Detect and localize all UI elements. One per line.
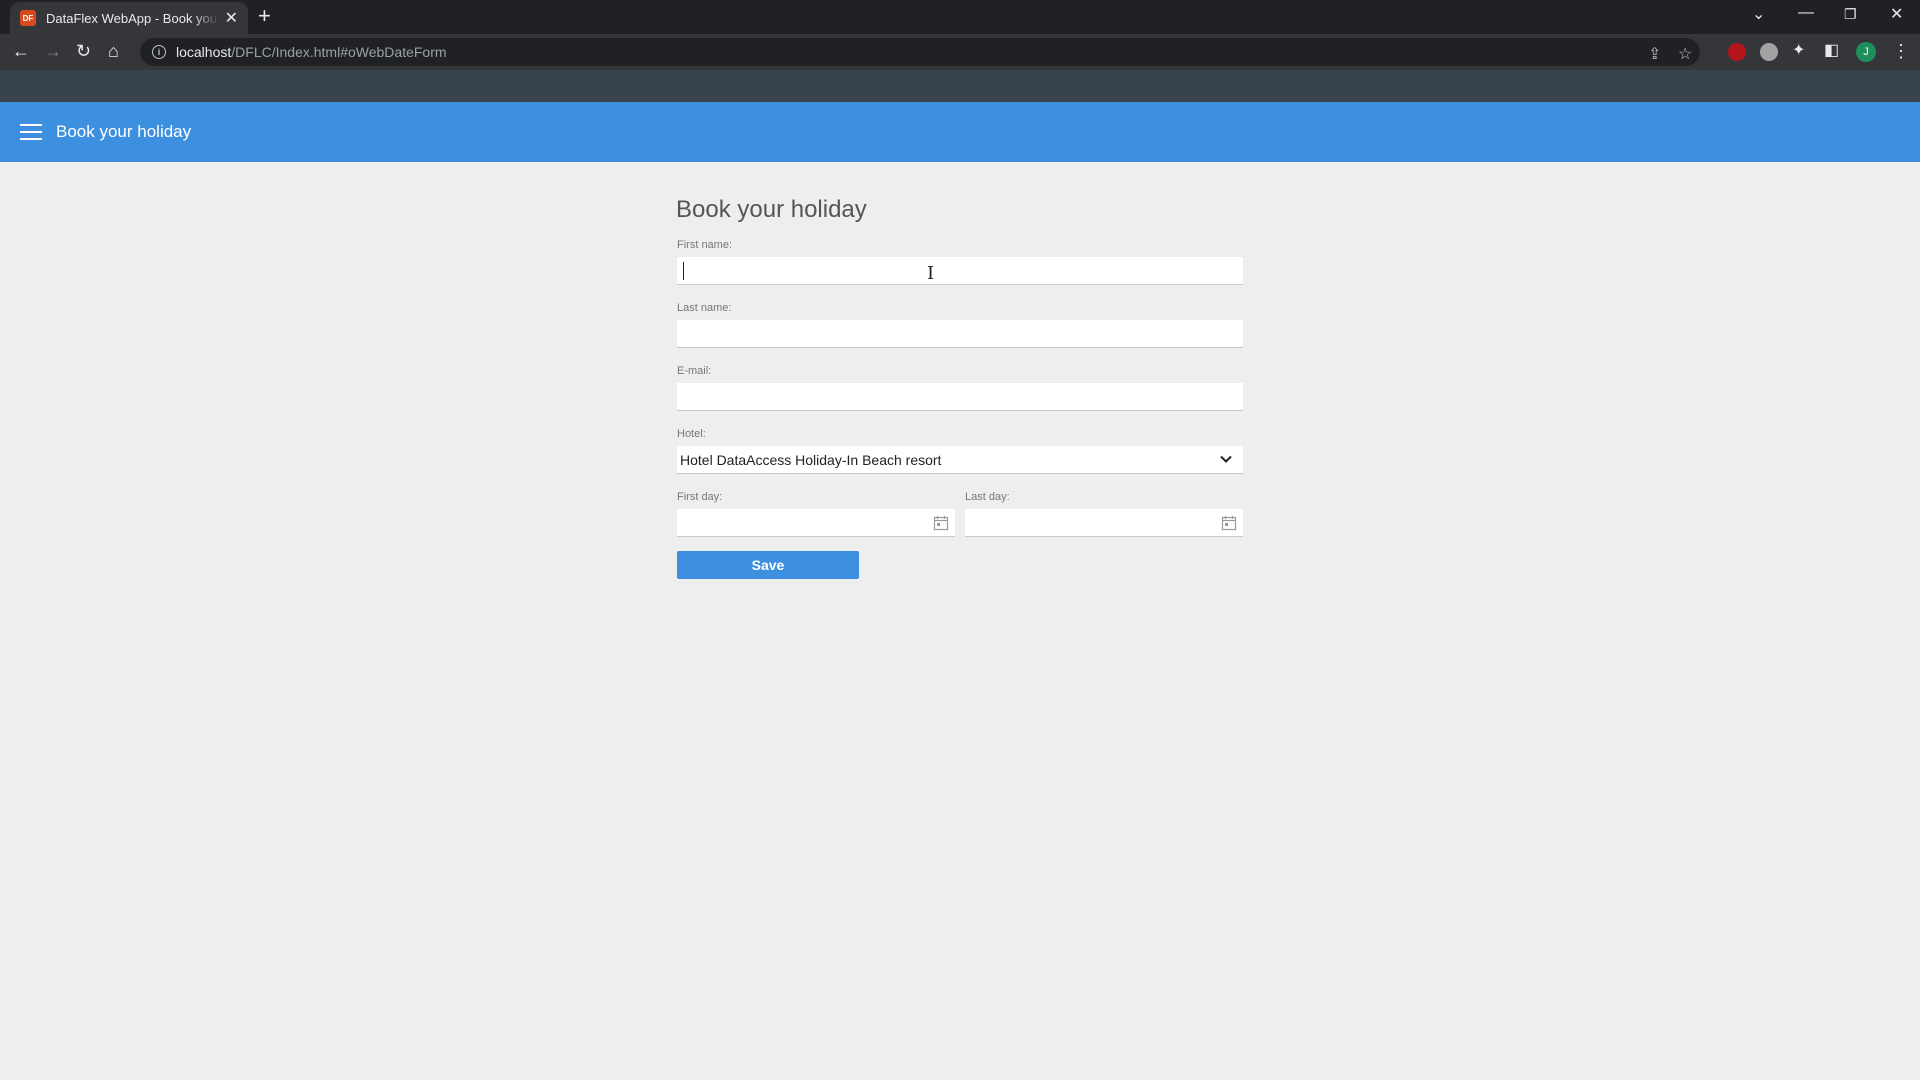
- text-caret: [683, 262, 684, 280]
- hotel-selected-value: Hotel DataAccess Holiday-In Beach resort: [680, 451, 942, 468]
- browser-menu-icon[interactable]: ⋮: [1892, 41, 1910, 62]
- first-day-label: First day:: [677, 491, 723, 503]
- extensions-puzzle-icon[interactable]: ✦: [1792, 40, 1805, 62]
- close-window-icon[interactable]: ✕: [1890, 4, 1903, 24]
- last-name-label: Last name:: [677, 302, 732, 314]
- url-path: /DFLC/Index.html#oWebDateForm: [231, 44, 447, 60]
- calendar-icon[interactable]: [933, 515, 949, 531]
- first-name-label: First name:: [677, 239, 733, 251]
- app-header: Book your holiday: [0, 102, 1920, 162]
- header-title: Book your holiday: [56, 122, 192, 141]
- first-name-input[interactable]: I: [677, 257, 1243, 285]
- hamburger-menu-icon[interactable]: [20, 124, 42, 140]
- first-day-input[interactable]: [677, 509, 955, 537]
- close-tab-icon[interactable]: ✕: [225, 8, 238, 28]
- reload-icon[interactable]: ↻: [76, 40, 91, 62]
- ublock-extension-icon[interactable]: [1728, 43, 1746, 61]
- first-day-group: First day:: [677, 491, 955, 537]
- hotel-select[interactable]: Hotel DataAccess Holiday-In Beach resort: [677, 446, 1243, 474]
- back-icon[interactable]: ←: [12, 40, 30, 62]
- browser-toolbar: ← → ↻ ⌂ i localhost/DFLC/Index.html#oWeb…: [0, 34, 1920, 70]
- address-bar[interactable]: i localhost/DFLC/Index.html#oWebDateForm…: [140, 38, 1700, 66]
- extension-icon[interactable]: [1760, 43, 1778, 61]
- tab-title: DataFlex WebApp - Book your holiday: [46, 10, 219, 26]
- app-top-bar: [0, 70, 1920, 102]
- home-icon[interactable]: ⌂: [108, 40, 119, 62]
- booking-form: Book your holiday First name: I Last nam…: [676, 196, 1244, 579]
- text-cursor-icon: I: [927, 263, 935, 284]
- site-info-icon[interactable]: i: [152, 45, 166, 59]
- bookmark-star-icon[interactable]: ☆: [1678, 44, 1692, 64]
- new-tab-icon[interactable]: +: [258, 5, 271, 27]
- last-day-label: Last day:: [965, 491, 1010, 503]
- calendar-icon[interactable]: [1221, 515, 1237, 531]
- minimize-icon[interactable]: —: [1798, 4, 1814, 22]
- hotel-label: Hotel:: [677, 428, 706, 440]
- share-icon[interactable]: ⇪: [1648, 44, 1661, 64]
- profile-avatar[interactable]: J: [1856, 42, 1876, 62]
- app-favicon-icon: DF: [20, 10, 36, 26]
- forward-icon[interactable]: →: [44, 40, 62, 62]
- tab-search-icon[interactable]: ⌄: [1752, 4, 1765, 24]
- url-host: localhost: [176, 44, 232, 60]
- browser-tabstrip: DF DataFlex WebApp - Book your holiday ✕…: [0, 0, 1920, 34]
- date-row: First day: Last day:: [677, 491, 1244, 537]
- restore-icon[interactable]: ❐: [1844, 6, 1857, 23]
- save-button[interactable]: Save: [677, 551, 859, 579]
- page-title: Book your holiday: [676, 196, 867, 223]
- email-label: E-mail:: [677, 365, 712, 377]
- last-day-group: Last day:: [965, 491, 1243, 537]
- side-panel-icon[interactable]: ◧: [1824, 40, 1839, 62]
- chevron-down-icon: [1220, 455, 1232, 463]
- last-day-input[interactable]: [965, 509, 1243, 537]
- browser-tab[interactable]: DF DataFlex WebApp - Book your holiday ✕: [10, 2, 248, 34]
- last-name-input[interactable]: [677, 320, 1243, 348]
- email-input[interactable]: [677, 383, 1243, 411]
